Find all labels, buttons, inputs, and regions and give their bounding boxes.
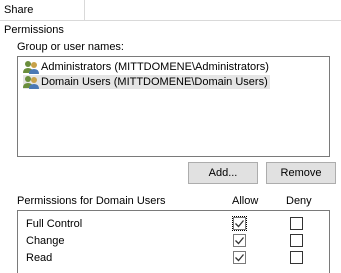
tab-label: Share Permissions: [4, 4, 64, 36]
deny-column-header: Deny: [286, 195, 312, 207]
permission-name-full-control: Full Control: [26, 218, 83, 230]
permission-name-change: Change: [26, 235, 65, 247]
group-user-listbox[interactable]: Administrators (MITTDOMENE\Administrator…: [17, 56, 330, 157]
user-group-icon: [23, 61, 39, 74]
user-group-icon: [23, 76, 39, 89]
checkmark-icon: [235, 254, 244, 262]
add-button[interactable]: Add...: [188, 162, 258, 184]
deny-read-checkbox[interactable]: [290, 251, 303, 264]
deny-change-checkbox[interactable]: [290, 234, 303, 247]
allow-read-checkbox[interactable]: [233, 251, 246, 264]
allow-change-checkbox[interactable]: [233, 234, 246, 247]
list-item-label: Administrators (MITTDOMENE\Administrator…: [41, 61, 269, 73]
deny-full-control-checkbox[interactable]: [290, 217, 303, 230]
checkmark-icon: [235, 237, 244, 245]
permissions-title: Permissions for Domain Users: [17, 195, 166, 207]
group-list-label: Group or user names:: [17, 41, 124, 53]
list-item-administrators[interactable]: Administrators (MITTDOMENE\Administrator…: [23, 60, 269, 74]
remove-button[interactable]: Remove: [266, 162, 336, 184]
list-item-domain-users[interactable]: Domain Users (MITTDOMENE\Domain Users): [23, 75, 270, 89]
list-item-label: Domain Users (MITTDOMENE\Domain Users): [41, 76, 268, 88]
allow-column-header: Allow: [232, 195, 259, 207]
allow-full-control-checkbox[interactable]: [232, 216, 247, 231]
tab-share-permissions[interactable]: Share Permissions: [0, 0, 85, 36]
permission-name-read: Read: [26, 252, 53, 264]
checkmark-icon: [235, 220, 244, 228]
